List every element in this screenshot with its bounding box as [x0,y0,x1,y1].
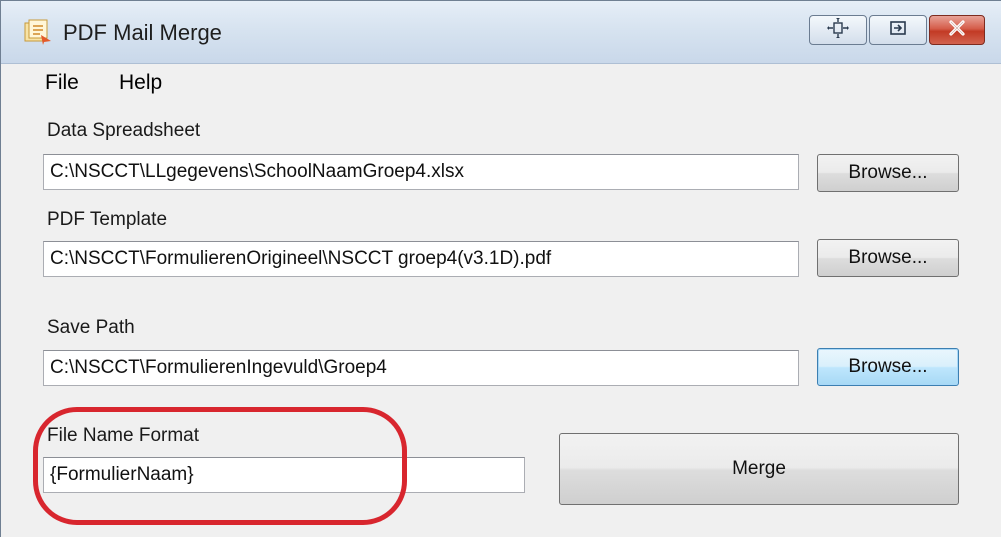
file-name-format-label: File Name Format [47,425,200,446]
help-context-button[interactable] [809,15,867,45]
pin-button[interactable] [869,15,927,45]
save-path-input[interactable]: C:\NSCCT\FormulierenIngevuld\Groep4 [43,350,799,386]
pdf-merge-icon [23,19,53,45]
data-spreadsheet-browse-button[interactable]: Browse... [817,154,959,192]
close-icon [947,19,967,42]
pdf-template-browse-button[interactable]: Browse... [817,239,959,277]
file-name-format-input[interactable]: {FormulierNaam} [43,457,525,493]
close-button[interactable] [929,15,985,45]
menu-file[interactable]: File [41,69,83,97]
menu-bar: File Help [1,64,1001,100]
menu-help[interactable]: Help [115,69,166,97]
save-path-label: Save Path [47,317,135,338]
data-spreadsheet-label: Data Spreadsheet [47,120,201,141]
help-context-icon [827,16,849,43]
window-title: PDF Mail Merge [63,20,222,45]
app-window: PDF Mail Merge File Help Data Spreadshee… [0,0,1001,537]
data-spreadsheet-input[interactable]: C:\NSCCT\LLgegevens\SchoolNaamGroep4.xls… [43,154,799,190]
pdf-template-label: PDF Template [47,209,168,230]
save-path-browse-button[interactable]: Browse... [817,348,959,386]
pin-icon [888,19,908,42]
title-bar[interactable]: PDF Mail Merge [1,1,1001,64]
merge-button[interactable]: Merge [559,433,959,505]
pdf-template-input[interactable]: C:\NSCCT\FormulierenOrigineel\NSCCT groe… [43,241,799,277]
